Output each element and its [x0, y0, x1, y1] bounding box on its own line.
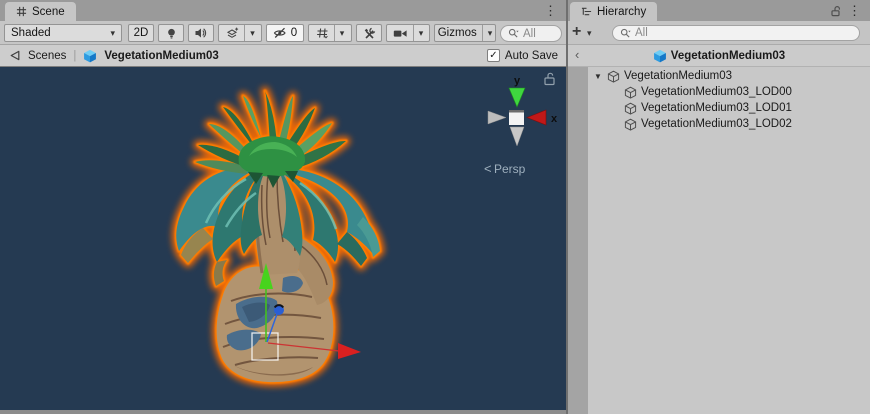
- grid-visual-button[interactable]: ▾: [308, 24, 352, 42]
- tab-hierarchy[interactable]: Hierarchy: [570, 2, 657, 21]
- chevron-down-icon: ▾: [419, 29, 424, 38]
- foldout-arrow-icon[interactable]: ▼: [593, 72, 603, 81]
- scene-lighting-button[interactable]: [158, 24, 184, 42]
- hierarchy-search-placeholder: All: [635, 27, 648, 39]
- chevron-down-icon[interactable]: ▾: [587, 29, 592, 38]
- lightbulb-icon: [165, 27, 178, 40]
- chevron-down-icon: ▾: [340, 29, 345, 38]
- tree-row-root[interactable]: ▼ VegetationMedium03: [588, 68, 732, 84]
- hierarchy-panel: Hierarchy ⋮ + ▾ All ‹: [568, 0, 870, 414]
- toggle-2d-label: 2D: [134, 27, 149, 39]
- scene-panel: Scene ⋮ Shaded ▾ 2D: [0, 0, 566, 414]
- grid-icon: [16, 6, 27, 17]
- search-icon: [508, 28, 519, 39]
- axis-y-cone[interactable]: [509, 88, 525, 107]
- tree-row-lod0[interactable]: VegetationMedium03_LOD00: [588, 84, 792, 100]
- tree-row-label: VegetationMedium03_LOD02: [641, 118, 792, 130]
- auto-save-label: Auto Save: [505, 50, 558, 62]
- hierarchy-list-icon: [581, 6, 592, 17]
- prefab-cube-icon: [83, 49, 97, 63]
- scene-visibility-button[interactable]: 0: [266, 24, 304, 42]
- hierarchy-search-input[interactable]: All: [612, 25, 860, 41]
- chevron-down-icon: ▾: [488, 29, 493, 38]
- viewport-lock-icon[interactable]: [545, 73, 554, 84]
- projection-label[interactable]: Persp: [494, 162, 526, 176]
- gizmos-dropdown[interactable]: Gizmos ▾: [434, 24, 496, 42]
- tab-hierarchy-label: Hierarchy: [597, 6, 646, 18]
- breadcrumb-separator: |: [73, 50, 76, 62]
- move-gizmo-x-arrowhead[interactable]: [338, 343, 361, 359]
- scene-camera-button[interactable]: ▾: [386, 24, 430, 42]
- eye-slash-icon: [273, 27, 288, 39]
- separator: [413, 25, 414, 41]
- gameobject-cube-icon: [624, 118, 637, 131]
- chevron-down-icon: ▾: [110, 29, 115, 38]
- visibility-gutter[interactable]: [568, 67, 588, 414]
- hierarchy-tabbar: Hierarchy ⋮: [568, 0, 870, 21]
- unlock-icon[interactable]: [830, 5, 842, 17]
- tree-row-label: VegetationMedium03_LOD00: [641, 86, 792, 98]
- scene-tabbar: Scene ⋮: [0, 0, 566, 21]
- shading-mode-dropdown[interactable]: Shaded ▾: [4, 24, 122, 42]
- tab-scene-label: Scene: [32, 6, 65, 18]
- auto-save-checkbox[interactable]: ✓: [487, 49, 500, 62]
- scene-effects-button[interactable]: ▾: [218, 24, 262, 42]
- axis-bottom-cone[interactable]: [510, 127, 524, 146]
- tree-row-label: VegetationMedium03: [624, 70, 732, 82]
- axis-x-label: x: [551, 113, 558, 125]
- separator: [482, 25, 483, 41]
- add-object-button[interactable]: +: [572, 23, 581, 41]
- shading-mode-label: Shaded: [11, 27, 51, 39]
- axis-y-label: y: [514, 75, 521, 87]
- persp-arrow-icon: <: [484, 161, 492, 176]
- axis-center-cube-top: [509, 110, 524, 113]
- gameobject-cube-icon: [624, 102, 637, 115]
- tree-row-label: VegetationMedium03_LOD01: [641, 102, 792, 114]
- axis-x-cone[interactable]: [527, 110, 546, 125]
- prefab-breadcrumb-bar: Scenes | VegetationMedium03 ✓ Auto Save: [0, 45, 566, 67]
- hierarchy-toolbar: + ▾ All: [568, 21, 870, 45]
- orientation-gizmo[interactable]: y x < Persp: [484, 73, 558, 176]
- window-bottom-edge: [0, 410, 566, 414]
- speaker-icon: [194, 27, 208, 39]
- scene-search-input[interactable]: All: [500, 25, 562, 42]
- unity-editor-window: Scene ⋮ Shaded ▾ 2D: [0, 0, 870, 414]
- scene-search-placeholder: All: [523, 28, 536, 40]
- camera-icon: [393, 28, 408, 39]
- scene-viewport[interactable]: y x < Persp: [0, 67, 566, 410]
- breadcrumb-scenes[interactable]: Scenes: [28, 50, 66, 62]
- scene-3d-render: y x < Persp: [0, 67, 566, 410]
- tree-row-lod1[interactable]: VegetationMedium03_LOD01: [588, 100, 792, 116]
- toggle-2d-button[interactable]: 2D: [128, 24, 154, 42]
- hidden-count: 0: [291, 27, 297, 39]
- search-icon: [620, 28, 631, 39]
- tools-icon: [363, 27, 376, 40]
- tab-scene[interactable]: Scene: [5, 2, 76, 21]
- scenes-back-icon[interactable]: [8, 49, 21, 62]
- scene-menu-kebab-icon[interactable]: ⋮: [544, 3, 557, 19]
- gameobject-cube-icon: [624, 86, 637, 99]
- auto-save-group: ✓ Auto Save: [487, 49, 558, 62]
- scene-toolbar: Shaded ▾ 2D: [0, 21, 566, 45]
- prefab-cube-icon: [653, 49, 667, 63]
- axis-left-cone[interactable]: [488, 111, 506, 124]
- hierarchy-menu-kebab-icon[interactable]: ⋮: [848, 3, 861, 19]
- grid-axis-icon: [316, 27, 329, 40]
- hierarchy-tree: ▼ VegetationMedium03 VegetationMedium03_…: [568, 67, 870, 414]
- separator: [334, 25, 335, 41]
- gizmos-label: Gizmos: [438, 27, 477, 39]
- gameobject-cube-icon: [607, 70, 620, 83]
- scene-audio-button[interactable]: [188, 24, 214, 42]
- component-tools-button[interactable]: [356, 24, 382, 42]
- separator: [244, 25, 245, 41]
- effects-icon: [225, 27, 239, 40]
- prefab-header-title: VegetationMedium03: [671, 50, 785, 62]
- chevron-down-icon: ▾: [250, 29, 255, 38]
- prefab-header-row[interactable]: ‹ VegetationMedium03: [568, 45, 870, 67]
- breadcrumb-current[interactable]: VegetationMedium03: [104, 50, 218, 62]
- back-chevron-icon[interactable]: ‹: [575, 47, 579, 62]
- tree-row-lod2[interactable]: VegetationMedium03_LOD02: [588, 116, 792, 132]
- checkmark-icon: ✓: [489, 51, 497, 61]
